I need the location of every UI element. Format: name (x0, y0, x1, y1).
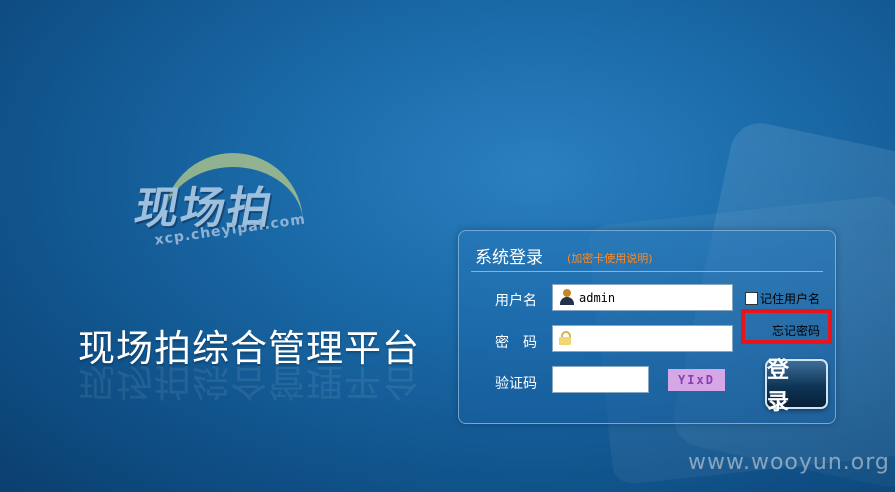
panel-divider (471, 271, 823, 272)
watermark: www.wooyun.org (688, 450, 890, 475)
login-panel-title: 系统登录 (475, 248, 543, 268)
password-input[interactable] (552, 325, 733, 352)
username-label: 用户名 (495, 293, 537, 309)
login-button[interactable]: 登 录 (765, 358, 828, 415)
platform-title-reflection: 现场拍综合管理平台 (78, 360, 420, 403)
checkbox-icon[interactable] (745, 292, 758, 305)
lock-icon (559, 331, 571, 345)
captcha-input[interactable] (552, 366, 649, 393)
captcha-image[interactable]: YIxD (668, 369, 725, 391)
captcha-label: 验证码 (495, 376, 537, 392)
brand-logo: 现场拍 xcp.cheyipai.com (128, 150, 328, 265)
remember-username-label: 记住用户名 (760, 292, 821, 306)
password-label: 密 码 (495, 335, 537, 351)
username-input[interactable] (552, 284, 733, 311)
encryption-card-help-link[interactable]: (加密卡使用说明) (567, 250, 653, 266)
user-icon (559, 289, 575, 305)
remember-username-checkbox[interactable]: 记住用户名 (745, 290, 820, 307)
forgot-password-link[interactable]: 忘记密码 (772, 322, 820, 339)
